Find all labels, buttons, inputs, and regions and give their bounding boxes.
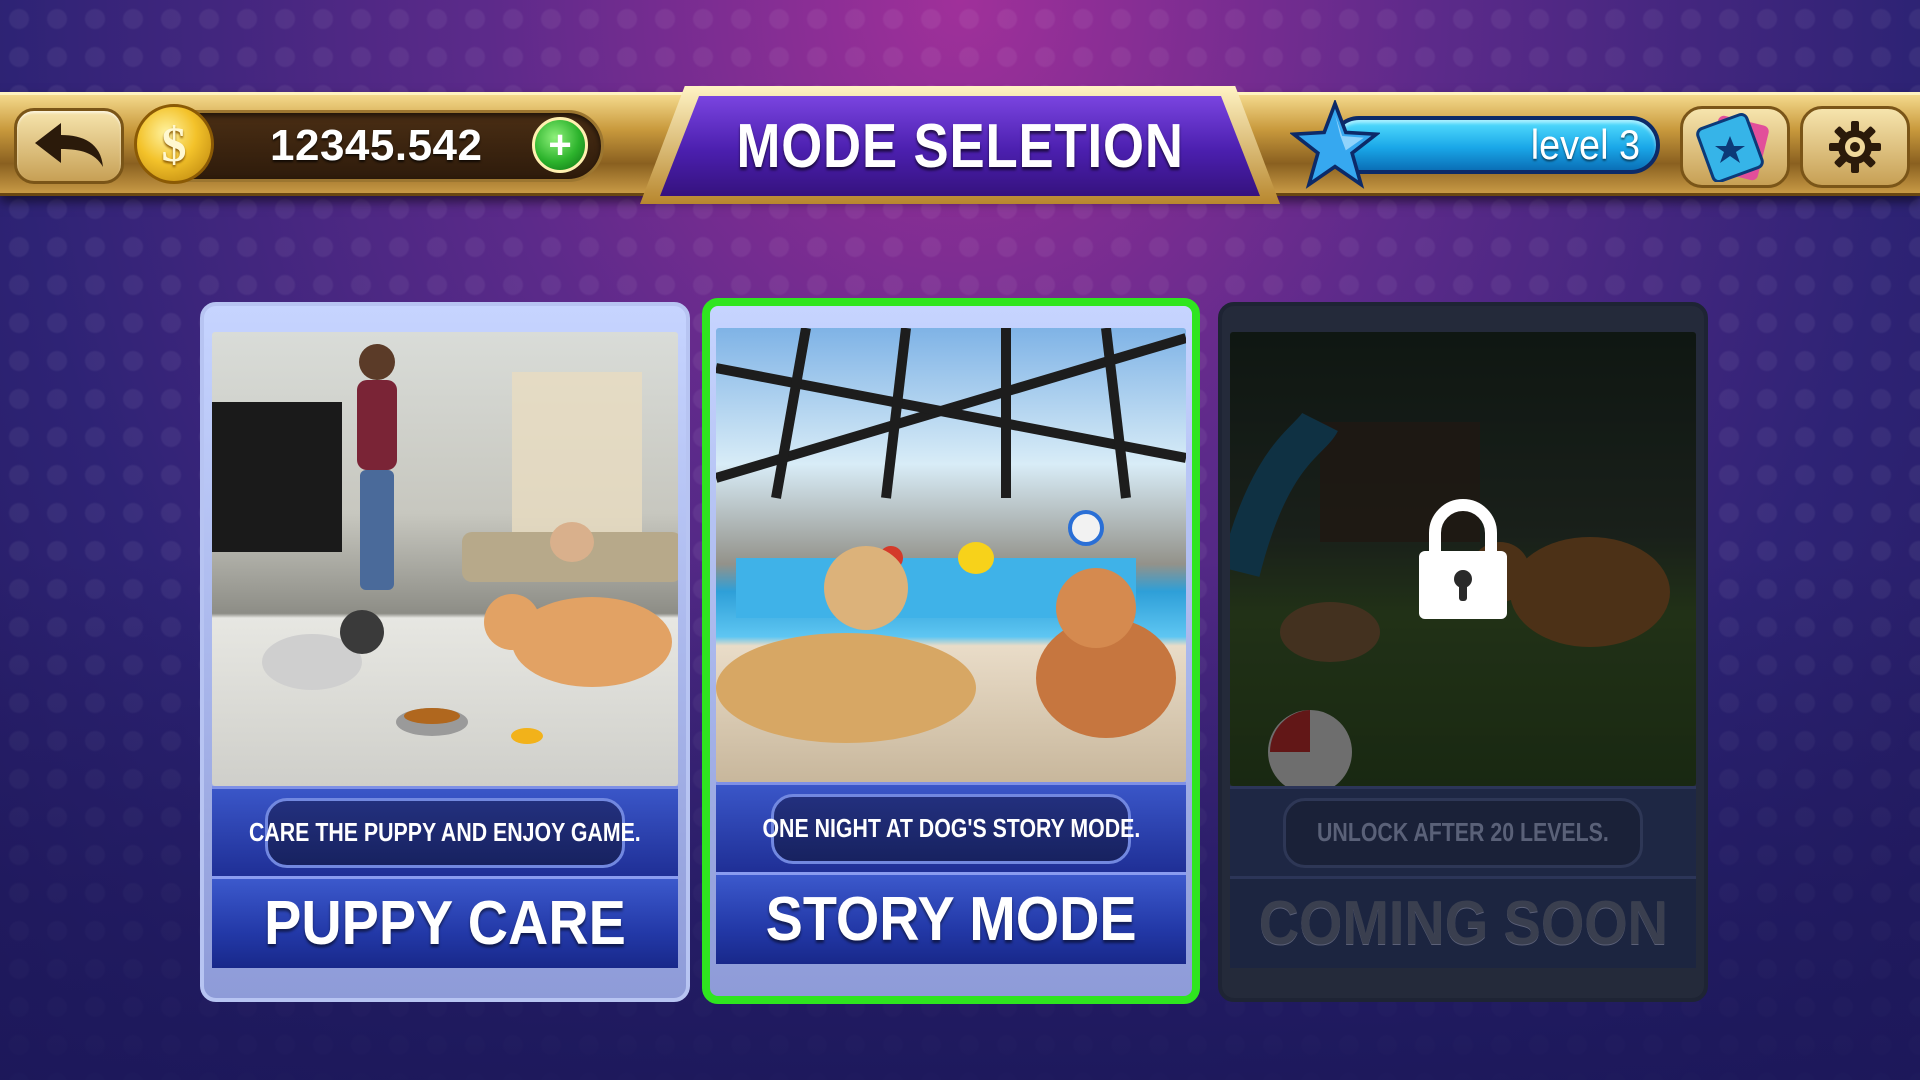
coming-soon-title: COMING SOON — [1230, 876, 1696, 968]
story-mode-description-row: ONE NIGHT AT DOG'S STORY MODE. — [716, 782, 1186, 872]
story-mode-preview-image — [716, 328, 1186, 782]
story-mode-description: ONE NIGHT AT DOG'S STORY MODE. — [762, 793, 1140, 864]
page-title: MODE SELETION — [736, 111, 1184, 181]
star-icon — [1290, 100, 1380, 189]
coming-soon-preview-image — [1230, 332, 1696, 786]
story-mode-title: STORY MODE — [716, 872, 1186, 964]
mode-card-coming-soon: UNLOCK AFTER 20 LEVELS. COMING SOON — [1218, 302, 1708, 1002]
mode-card-puppy-care[interactable]: CARE THE PUPPY AND ENJOY GAME. PUPPY CAR… — [200, 302, 690, 1002]
plus-icon: + — [548, 123, 572, 167]
back-button[interactable] — [14, 108, 124, 184]
add-coins-button[interactable]: + — [532, 117, 588, 173]
settings-button[interactable] — [1800, 106, 1910, 188]
level-label: level 3 — [1530, 121, 1640, 168]
ticket-icon — [1696, 112, 1769, 182]
puppy-care-description: CARE THE PUPPY AND ENJOY GAME. — [249, 797, 641, 868]
back-arrow-icon — [35, 123, 103, 167]
title-banner: MODE SELETION — [660, 96, 1260, 196]
dollar-coin-icon: $ — [134, 104, 214, 184]
puppy-care-preview-image — [212, 332, 678, 786]
lock-overlay — [1230, 332, 1696, 786]
mode-card-story-mode[interactable]: ONE NIGHT AT DOG'S STORY MODE. STORY MOD… — [702, 298, 1200, 1004]
gear-icon — [1829, 121, 1881, 173]
puppy-care-title: PUPPY CARE — [212, 876, 678, 968]
coin-balance: 12345.542 — [270, 121, 483, 170]
coming-soon-description: UNLOCK AFTER 20 LEVELS. — [1283, 797, 1643, 868]
puppy-care-description-row: CARE THE PUPPY AND ENJOY GAME. — [212, 786, 678, 876]
tickets-button[interactable] — [1680, 106, 1790, 188]
pool-scene-illustration — [716, 328, 1186, 743]
lock-icon — [1419, 499, 1507, 619]
home-scene-illustration — [212, 344, 678, 744]
coming-soon-description-row: UNLOCK AFTER 20 LEVELS. — [1230, 786, 1696, 876]
